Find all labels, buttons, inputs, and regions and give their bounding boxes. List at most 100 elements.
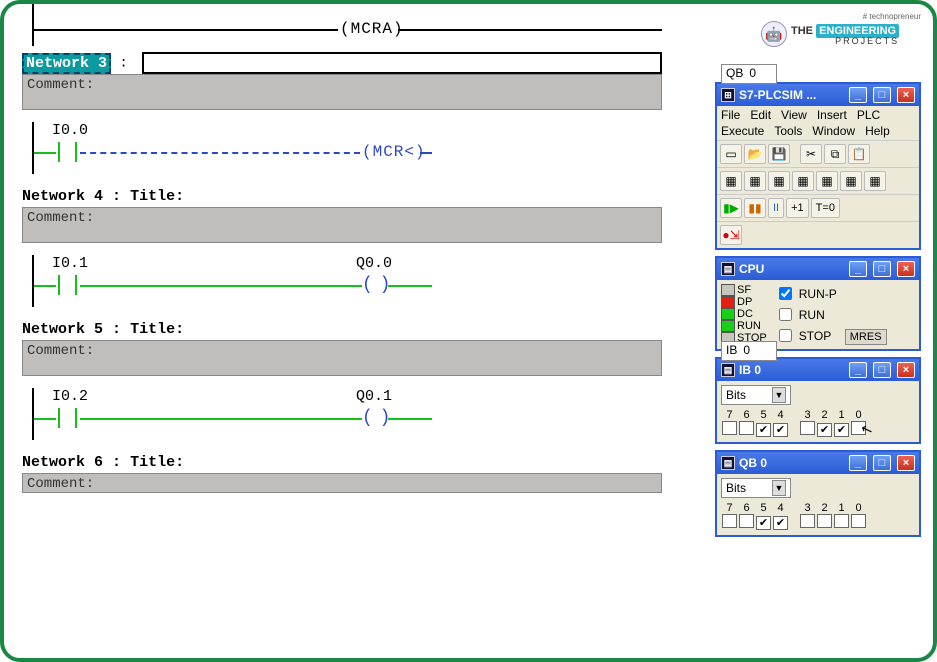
qb-bit-0[interactable] [851, 514, 866, 528]
menu-tools[interactable]: Tools [774, 124, 802, 138]
insert-output-icon[interactable]: ▦ [768, 171, 790, 191]
chevron-down-icon[interactable]: ▼ [772, 387, 786, 403]
menu-view[interactable]: View [781, 108, 807, 122]
network-4-title[interactable]: Title: [130, 188, 184, 205]
rung-5[interactable]: I0.2 Q0.1 ( ) [22, 388, 682, 440]
mres-button[interactable]: MRES [845, 329, 887, 345]
close-button[interactable]: × [897, 455, 915, 471]
ib-format-select[interactable]: Bits ▼ [721, 385, 791, 405]
maximize-button[interactable]: □ [873, 87, 891, 103]
qb-format-select[interactable]: Bits ▼ [721, 478, 791, 498]
stop-icon[interactable]: ▮▮ [744, 198, 766, 218]
qb-bit-1[interactable] [834, 514, 849, 528]
cpu-mode-run[interactable]: RUN [775, 305, 837, 324]
menu-file[interactable]: File [721, 108, 740, 122]
minimize-button[interactable]: _ [849, 455, 867, 471]
network-4-label[interactable]: Network 4 [22, 188, 103, 205]
step-button[interactable]: +1 [786, 198, 809, 218]
plcsim-title-bar[interactable]: ⊞ S7-PLCSIM ... _ □ × [717, 84, 919, 106]
menu-insert[interactable]: Insert [817, 108, 847, 122]
menu-edit[interactable]: Edit [750, 108, 771, 122]
ib-bit-5[interactable]: ✔ [756, 423, 771, 437]
open-icon[interactable]: 📂 [744, 144, 766, 164]
ib-bit-3[interactable] [800, 421, 815, 435]
network-3-title-input[interactable] [142, 52, 662, 74]
reset-time-button[interactable]: T=0 [811, 198, 840, 218]
network-6-label[interactable]: Network 6 [22, 454, 103, 471]
close-button[interactable]: × [897, 87, 915, 103]
record-icon[interactable]: ●⇲ [720, 225, 742, 245]
network-4-comment[interactable]: Comment: [22, 207, 662, 243]
copy-icon[interactable]: ⧉ [824, 144, 846, 164]
close-button[interactable]: × [897, 261, 915, 277]
insert-cpu-icon[interactable]: ▦ [720, 171, 742, 191]
ib-bit-6[interactable] [739, 421, 754, 435]
rung-3[interactable]: I0.0 (MCR<) [22, 122, 682, 174]
rung-4[interactable]: I0.1 Q0.0 ( ) [22, 255, 682, 307]
qb-bit-2[interactable] [817, 514, 832, 528]
qb-address-field[interactable]: QB 0 [721, 64, 777, 84]
save-icon[interactable]: 💾 [768, 144, 790, 164]
qb-bit-3[interactable] [800, 514, 815, 528]
qb-window[interactable]: ▤ QB 0 _ □ × QB 0 Bits ▼ 76543210 [715, 450, 921, 537]
network-3-label[interactable]: Network 3 [22, 53, 111, 74]
network-5-comment[interactable]: Comment: [22, 340, 662, 376]
qb-bit-label: 7 [721, 502, 738, 514]
network-6-title[interactable]: Title: [130, 454, 184, 471]
ib-bit-1[interactable]: ✔ [834, 423, 849, 437]
menu-plc[interactable]: PLC [857, 108, 880, 122]
app-frame: # technopreneur 🤖 THE ENGINEERING PROJEC… [0, 0, 937, 662]
pause-button[interactable]: II [768, 198, 784, 218]
menu-execute[interactable]: Execute [721, 124, 764, 138]
maximize-button[interactable]: □ [873, 455, 891, 471]
network-5-label[interactable]: Network 5 [22, 321, 103, 338]
qb-bit-5[interactable]: ✔ [756, 516, 771, 530]
run-icon[interactable]: ▮▶ [720, 198, 742, 218]
cpu-window[interactable]: ▤ CPU _ □ × SFDPDCRUNSTOP RUN-P RUN STOP… [715, 256, 921, 351]
menu-window[interactable]: Window [812, 124, 855, 138]
ib-window[interactable]: ▤ IB 0 _ □ × IB 0 Bits ▼ 76543210 [715, 357, 921, 444]
network-6-comment[interactable]: Comment: [22, 473, 662, 493]
ib-address-field[interactable]: IB 0 [721, 341, 777, 361]
ib-bit-2[interactable]: ✔ [817, 423, 832, 437]
ib-bit-7[interactable] [722, 421, 737, 435]
contact-no [56, 408, 79, 428]
cpu-mode-run-p[interactable]: RUN-P [775, 284, 837, 303]
qb-bit-label: 0 [850, 502, 867, 514]
insert-input-icon[interactable]: ▦ [744, 171, 766, 191]
cpu-mode-stop[interactable]: STOP [775, 326, 837, 345]
insert-mem-icon[interactable]: ▦ [792, 171, 814, 191]
maximize-button[interactable]: □ [873, 362, 891, 378]
insert-timer-icon[interactable]: ▦ [816, 171, 838, 191]
qb-bit-6[interactable] [739, 514, 754, 528]
new-icon[interactable]: ▭ [720, 144, 742, 164]
network-3-comment[interactable]: Comment: [22, 74, 662, 110]
minimize-button[interactable]: _ [849, 87, 867, 103]
cut-icon[interactable]: ✂ [800, 144, 822, 164]
coil-q01: ( ) [362, 408, 388, 428]
qb-bit-4[interactable]: ✔ [773, 516, 788, 530]
ib-bit-label: 2 [816, 409, 833, 421]
ib-bit-4[interactable]: ✔ [773, 423, 788, 437]
minimize-button[interactable]: _ [849, 261, 867, 277]
insert-var-icon[interactable]: ▦ [864, 171, 886, 191]
menu-help[interactable]: Help [865, 124, 890, 138]
logo-the: THE [791, 25, 813, 37]
insert-counter-icon[interactable]: ▦ [840, 171, 862, 191]
ib-bit-label: 1 [833, 409, 850, 421]
maximize-button[interactable]: □ [873, 261, 891, 277]
network-5-title[interactable]: Title: [130, 321, 184, 338]
ib-bit-label: 4 [772, 409, 789, 421]
chevron-down-icon[interactable]: ▼ [772, 480, 786, 496]
close-button[interactable]: × [897, 362, 915, 378]
minimize-button[interactable]: _ [849, 362, 867, 378]
mode-checkbox[interactable] [779, 329, 792, 342]
mode-checkbox[interactable] [779, 308, 792, 321]
address-i00: I0.0 [52, 122, 88, 139]
mode-checkbox[interactable] [779, 287, 792, 300]
paste-icon[interactable]: 📋 [848, 144, 870, 164]
menu-bar[interactable]: File Edit View Insert PLC Execute Tools … [717, 106, 919, 141]
qb-bit-7[interactable] [722, 514, 737, 528]
contact-no [56, 275, 79, 295]
plcsim-window[interactable]: ⊞ S7-PLCSIM ... _ □ × File Edit View Ins… [715, 82, 921, 250]
